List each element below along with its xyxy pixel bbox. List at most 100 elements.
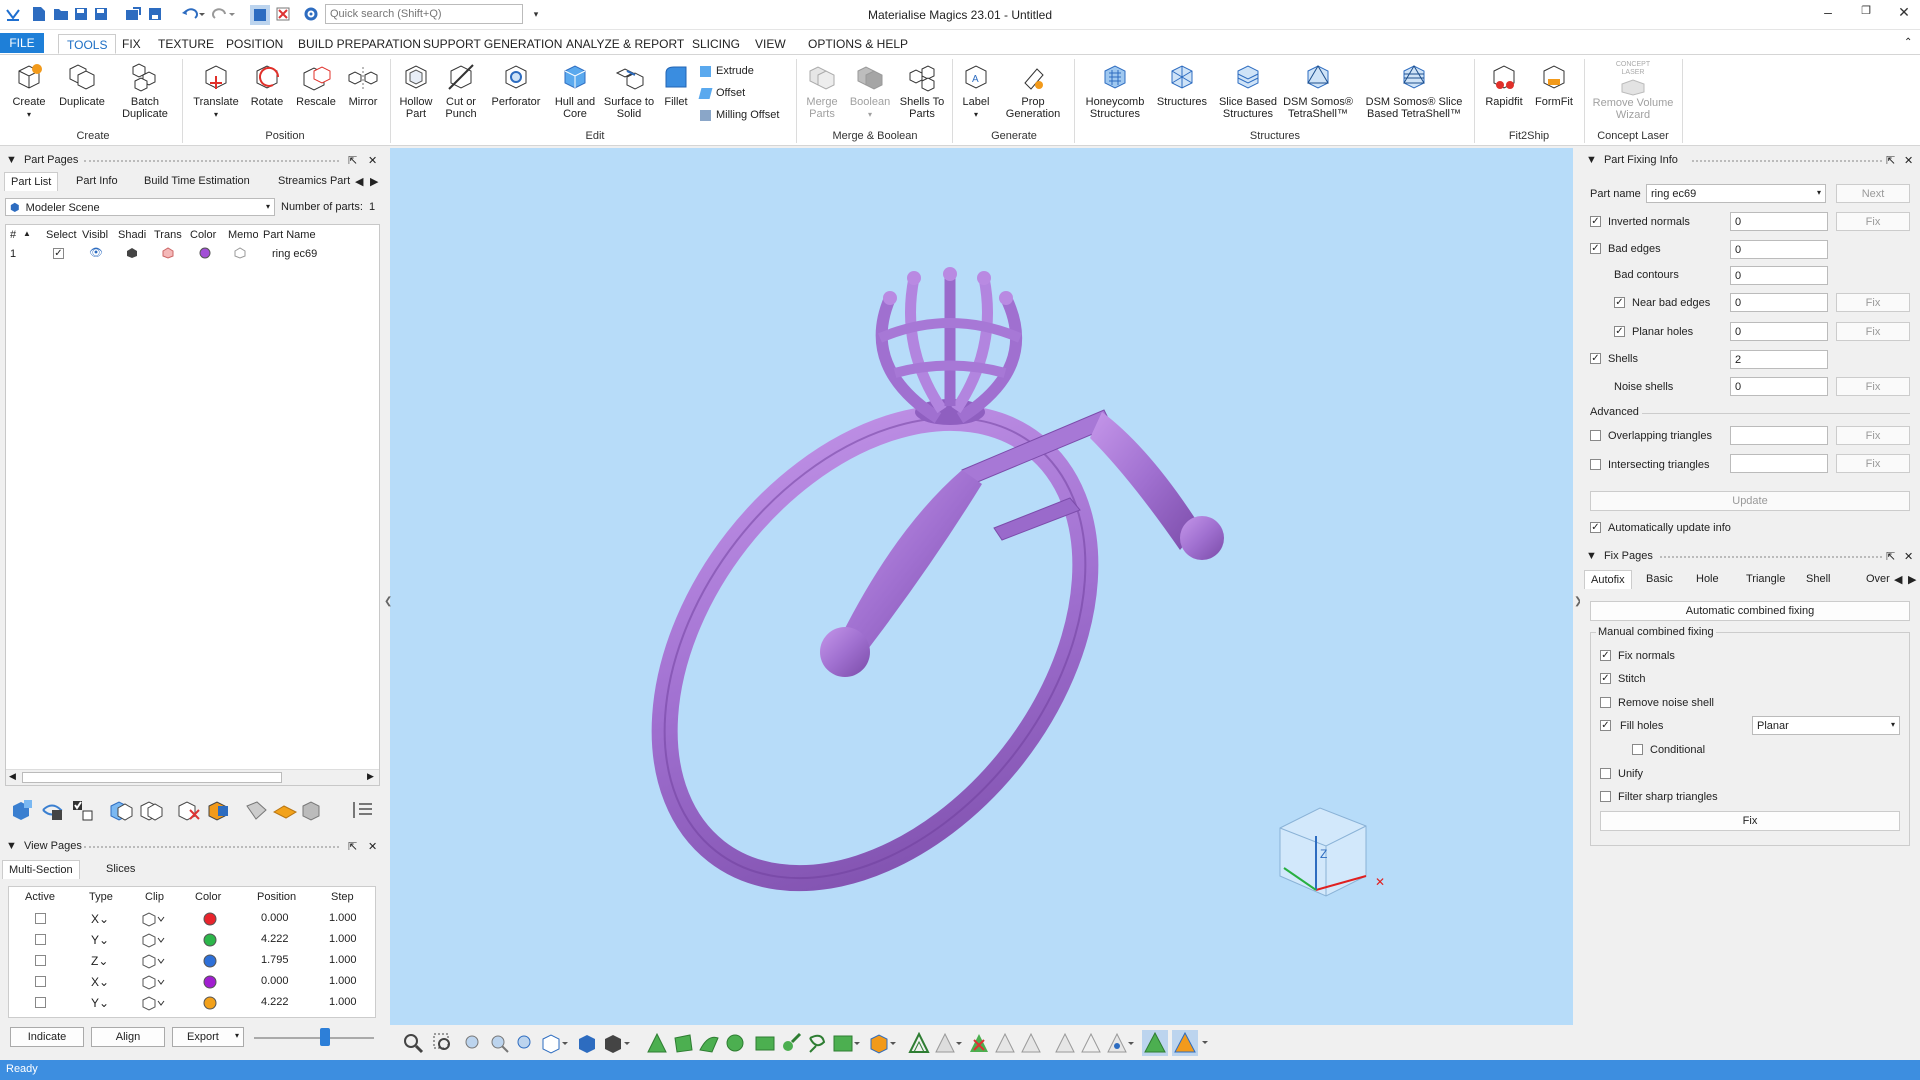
mark-shell-icon[interactable] bbox=[724, 1032, 746, 1054]
panel-grip[interactable] bbox=[84, 160, 339, 162]
remove-volume-wizard-button[interactable]: CONCEPT LASER Remove Volume Wizard bbox=[1588, 61, 1678, 121]
clip-select[interactable] bbox=[141, 911, 165, 930]
tab-overlap[interactable]: Over bbox=[1860, 570, 1890, 588]
zoom-all-icon[interactable] bbox=[462, 1032, 484, 1054]
tab-file[interactable]: FILE bbox=[0, 33, 44, 53]
panel-grip[interactable] bbox=[1692, 160, 1882, 162]
shells-to-parts-button[interactable]: Shells To Parts bbox=[896, 61, 948, 120]
slice-based-structures-button[interactable]: Slice Based Structures bbox=[1216, 61, 1280, 120]
unmark-all-icon[interactable] bbox=[968, 1032, 990, 1054]
quick-search-input[interactable] bbox=[325, 4, 523, 24]
axis-type-select[interactable]: Y⌄ bbox=[91, 933, 109, 947]
dsm-tetrashell-button[interactable]: DSM Somos® TetraShell™ bbox=[1282, 61, 1354, 120]
step-value[interactable]: 1.000 bbox=[329, 933, 357, 945]
milling-offset-button[interactable]: Milling Offset bbox=[700, 109, 779, 121]
select-all-icon[interactable] bbox=[70, 798, 96, 822]
tab-support-generation[interactable]: SUPPORT GENERATION bbox=[415, 34, 570, 54]
tab-basic[interactable]: Basic bbox=[1640, 570, 1679, 588]
active-checkbox[interactable] bbox=[35, 934, 46, 945]
close-panel-icon[interactable]: ✕ bbox=[368, 840, 377, 853]
shells-checkbox[interactable]: ✓ bbox=[1590, 353, 1601, 364]
pin-icon[interactable]: ⇱ bbox=[1886, 550, 1895, 563]
axis-type-select[interactable]: X⌄ bbox=[91, 912, 109, 926]
invert-marking-icon[interactable] bbox=[1054, 1032, 1076, 1054]
surface-to-solid-button[interactable]: Surface to Solid bbox=[602, 61, 656, 120]
automatic-combined-fixing-button[interactable]: Automatic combined fixing bbox=[1590, 601, 1910, 621]
tab-multi-section[interactable]: Multi-Section bbox=[2, 860, 80, 879]
update-button[interactable]: Update bbox=[1590, 491, 1910, 511]
column-header[interactable]: Visibl bbox=[82, 229, 108, 241]
hull-and-core-button[interactable]: Hull and Core bbox=[550, 61, 600, 120]
deselect-icon[interactable] bbox=[274, 5, 292, 23]
clip-select[interactable] bbox=[141, 953, 165, 972]
close-panel-icon[interactable]: ✕ bbox=[1904, 154, 1913, 167]
part-color-swatch[interactable] bbox=[199, 247, 211, 262]
fillet-button[interactable]: Fillet bbox=[658, 61, 694, 108]
panel-grip[interactable] bbox=[1660, 556, 1882, 558]
translate-button[interactable]: Translate ▾ bbox=[190, 61, 242, 121]
step-value[interactable]: 1.000 bbox=[329, 996, 357, 1008]
zoom-icon[interactable] bbox=[402, 1032, 424, 1054]
redo-icon[interactable] bbox=[210, 5, 236, 23]
wireframe-toggle-icon[interactable] bbox=[1172, 1030, 1212, 1056]
mark-options-icon[interactable] bbox=[1106, 1032, 1136, 1054]
tab-slicing[interactable]: SLICING bbox=[684, 34, 748, 54]
hollow-part-button[interactable]: Hollow Part bbox=[396, 61, 436, 120]
step-value[interactable]: 1.000 bbox=[329, 954, 357, 966]
section-color-swatch[interactable] bbox=[203, 975, 217, 992]
stitch-checkbox[interactable]: ✓ bbox=[1600, 673, 1611, 684]
import-icon[interactable] bbox=[124, 5, 142, 23]
section-row[interactable]: X⌄ 0.000 1.000 bbox=[9, 909, 375, 929]
export-button[interactable]: Export ▾ bbox=[172, 1027, 244, 1047]
rapidfit-button[interactable]: Rapidfit bbox=[1480, 61, 1528, 108]
batch-duplicate-button[interactable]: Batch Duplicate bbox=[118, 61, 172, 120]
shading-mode-icon[interactable] bbox=[602, 1032, 632, 1054]
near-bad-edges-checkbox[interactable]: ✓ bbox=[1614, 297, 1625, 308]
perforator-button[interactable]: Perforator bbox=[488, 61, 544, 108]
cut-or-punch-button[interactable]: Cut or Punch bbox=[440, 61, 482, 120]
column-header[interactable]: Shadi bbox=[118, 229, 146, 241]
collapse-ribbon-icon[interactable]: ⌃ bbox=[1896, 34, 1920, 54]
list-options-icon[interactable] bbox=[350, 798, 376, 822]
new-file-icon[interactable] bbox=[30, 5, 48, 23]
ring-3d-model[interactable]: Z ✕ bbox=[390, 148, 1573, 1025]
position-value[interactable]: 0.000 bbox=[261, 912, 289, 924]
column-header[interactable]: Trans bbox=[154, 229, 182, 241]
tab-scroll-left-icon[interactable]: ◀ bbox=[353, 172, 365, 191]
extrude-button[interactable]: Extrude bbox=[700, 65, 754, 77]
collapse-arrow-icon[interactable]: ▼ bbox=[6, 840, 17, 852]
mark-plane-icon[interactable] bbox=[672, 1032, 694, 1054]
mark-lasso-icon[interactable] bbox=[806, 1032, 828, 1054]
scrollbar-thumb[interactable] bbox=[22, 772, 282, 783]
tab-scroll-left-icon[interactable]: ◀ bbox=[1892, 570, 1904, 589]
next-button[interactable]: Next bbox=[1836, 184, 1910, 203]
part-name-select[interactable]: ring ec69 ▾ bbox=[1646, 184, 1826, 203]
position-value[interactable]: 1.795 bbox=[261, 954, 289, 966]
visibility-eye-icon[interactable]: 👁 bbox=[89, 246, 103, 259]
mark-brush-icon[interactable] bbox=[780, 1032, 802, 1054]
expand-marking-icon[interactable] bbox=[934, 1032, 964, 1054]
conditional-checkbox[interactable] bbox=[1632, 744, 1643, 755]
part-ungroup-icon[interactable] bbox=[138, 798, 164, 822]
tab-analyze-report[interactable]: ANALYZE & REPORT bbox=[558, 34, 692, 54]
close-panel-icon[interactable]: ✕ bbox=[368, 154, 377, 167]
clip-select[interactable] bbox=[141, 932, 165, 951]
visibility-toggle-icon[interactable] bbox=[40, 798, 66, 822]
tab-texture[interactable]: TEXTURE bbox=[150, 34, 222, 54]
boolean-button[interactable]: Boolean ▾ bbox=[848, 61, 892, 121]
fill-holes-checkbox[interactable]: ✓ bbox=[1600, 720, 1611, 731]
tab-triangle[interactable]: Triangle bbox=[1740, 570, 1791, 588]
mark-part-icon[interactable] bbox=[868, 1032, 898, 1054]
quick-access-dropdown-icon[interactable]: ▾ bbox=[527, 5, 545, 23]
step-value[interactable]: 1.000 bbox=[329, 912, 357, 924]
tab-part-list[interactable]: Part List bbox=[4, 172, 59, 191]
horizontal-scrollbar[interactable]: ◀ ▶ bbox=[6, 769, 379, 785]
active-checkbox[interactable] bbox=[35, 913, 46, 924]
table-row[interactable]: 1 ✓ 👁 ring ec69 bbox=[6, 245, 379, 263]
save-icon[interactable] bbox=[72, 5, 90, 23]
section-row[interactable]: Y⌄ 4.222 1.000 bbox=[9, 993, 375, 1013]
indicate-button[interactable]: Indicate bbox=[10, 1027, 84, 1047]
clip-select[interactable] bbox=[141, 995, 165, 1014]
overlapping-triangles-checkbox[interactable] bbox=[1590, 430, 1601, 441]
part-properties-icon[interactable] bbox=[300, 798, 326, 822]
